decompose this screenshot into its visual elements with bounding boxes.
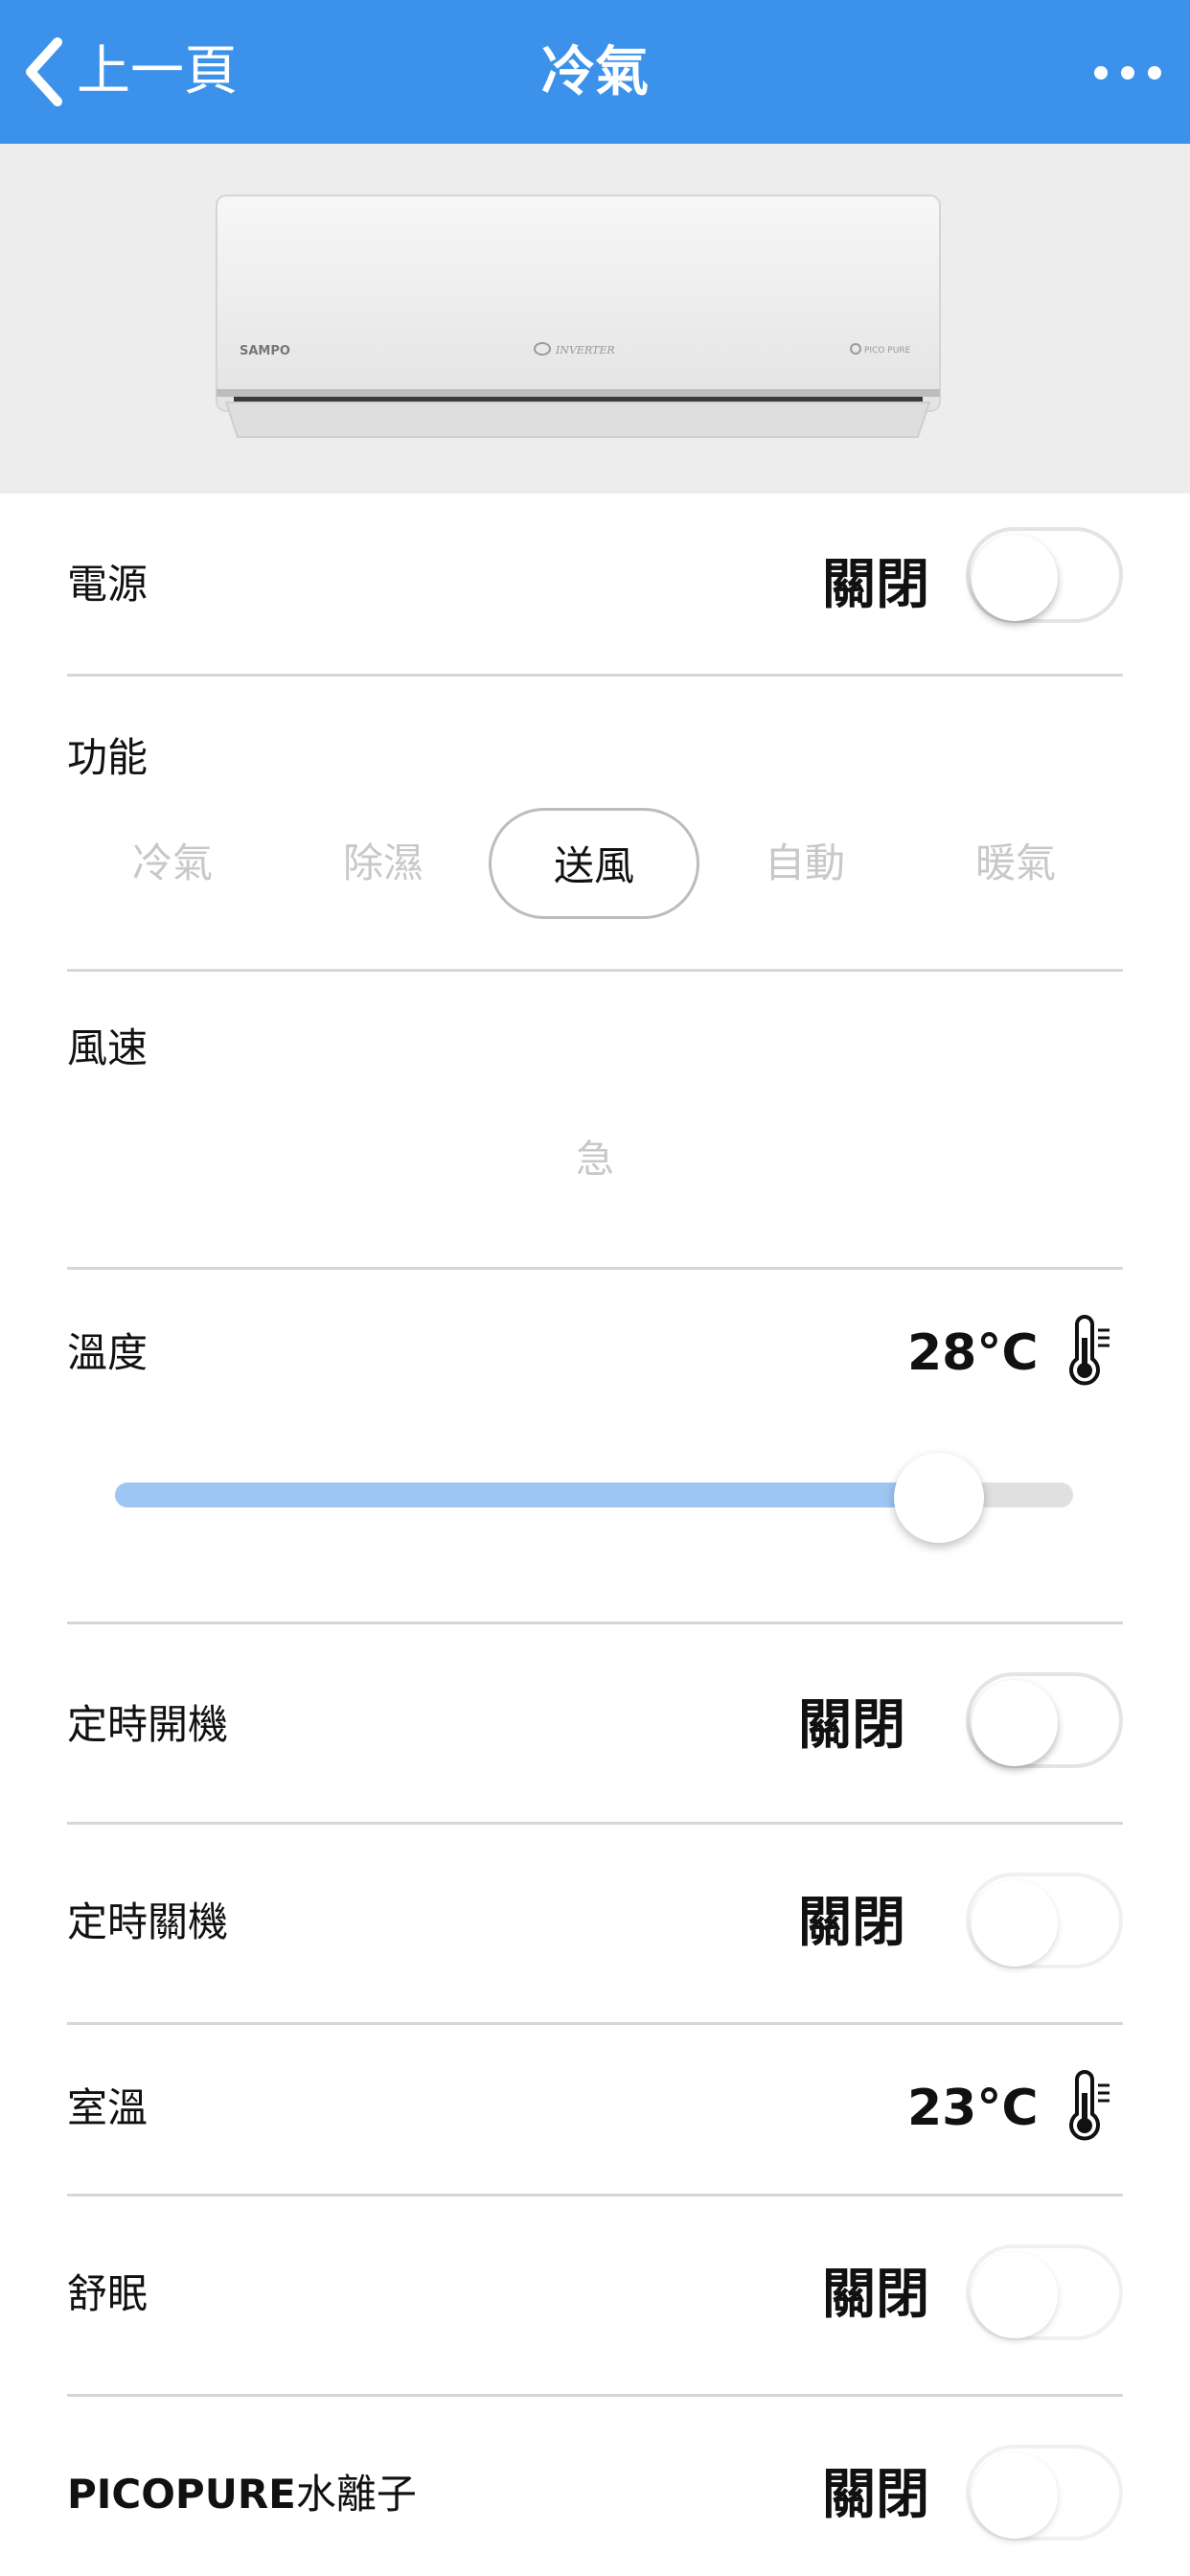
brand-logo: SAMPO: [240, 344, 290, 358]
picopure-row: PICOPURE水離子 關閉: [67, 2397, 1123, 2576]
fan-speed-row: 風速 急: [67, 972, 1123, 1269]
thermometer-icon: [1069, 2070, 1110, 2141]
nav-bar: 上一頁 冷氣: [0, 0, 1190, 144]
room-temp-value: 23°C: [907, 2080, 1039, 2137]
more-dot: [1148, 66, 1161, 80]
sleep-label: 舒眠: [67, 2270, 149, 2317]
mode-row: 功能 冷氣 除濕 送風 自動 暖氣: [67, 677, 1123, 972]
mode-option-heat[interactable]: 暖氣: [910, 808, 1121, 919]
timer-on-label: 定時開機: [67, 1701, 229, 1748]
room-temp-label: 室溫: [67, 2084, 149, 2131]
inverter-logo: INVERTER: [555, 344, 615, 356]
back-label: 上一頁: [77, 40, 238, 103]
mode-label: 功能: [67, 734, 149, 781]
timer-on-row: 定時開機 關閉: [67, 1624, 1123, 1824]
toggle-knob: [972, 2452, 1058, 2539]
fan-speed-label: 風速: [67, 1024, 149, 1071]
air-conditioner-image: SAMPO INVERTER PICO PURE: [216, 195, 941, 438]
more-dot: [1094, 66, 1108, 80]
timer-off-label: 定時關機: [67, 1898, 229, 1945]
picopure-brand: PICOPURE: [67, 2471, 296, 2518]
slider-fill: [115, 1483, 939, 1507]
mode-option-cool[interactable]: 冷氣: [67, 808, 278, 919]
more-button[interactable]: [1094, 44, 1161, 102]
timer-off-toggle[interactable]: [966, 1873, 1123, 1968]
toggle-knob: [972, 1680, 1058, 1766]
more-dot: [1121, 66, 1134, 80]
slider-thumb[interactable]: [894, 1453, 984, 1543]
product-image-area: SAMPO INVERTER PICO PURE: [0, 144, 1190, 494]
pico-pure-badge: PICO PURE: [864, 346, 911, 356]
thermometer-icon: [1069, 1315, 1110, 1386]
temperature-slider[interactable]: [115, 1447, 1073, 1543]
chevron-left-icon: [26, 37, 62, 106]
temperature-row: 溫度 28°C: [67, 1270, 1123, 1624]
power-status: 關閉: [822, 553, 929, 616]
mode-options: 冷氣 除濕 送風 自動 暖氣: [67, 808, 1123, 919]
room-temp-row: 室溫 23°C: [67, 2025, 1123, 2196]
timer-off-row: 定時關機 關閉: [67, 1825, 1123, 2024]
power-row: 電源 關閉: [67, 494, 1123, 676]
timer-on-status: 關閉: [798, 1693, 905, 1757]
toggle-knob: [972, 1880, 1058, 1966]
mode-option-auto[interactable]: 自動: [699, 808, 910, 919]
mode-option-dry[interactable]: 除濕: [278, 808, 489, 919]
timer-on-toggle[interactable]: [966, 1672, 1123, 1768]
picopure-toggle[interactable]: [966, 2445, 1123, 2541]
page-title: 冷氣: [541, 40, 649, 104]
picopure-suffix: 水離子: [295, 2471, 417, 2518]
power-toggle[interactable]: [966, 527, 1123, 623]
power-label: 電源: [67, 561, 149, 608]
timer-off-status: 關閉: [798, 1891, 905, 1954]
temperature-label: 溫度: [67, 1329, 149, 1376]
sleep-status: 關閉: [822, 2263, 929, 2326]
back-button[interactable]: 上一頁: [21, 36, 238, 107]
mode-option-fan[interactable]: 送風: [489, 808, 699, 919]
fan-speed-option[interactable]: 急: [67, 1131, 1123, 1188]
picopure-status: 關閉: [822, 2463, 929, 2526]
sleep-toggle[interactable]: [966, 2244, 1123, 2340]
sleep-row: 舒眠 關閉: [67, 2196, 1123, 2396]
picopure-label: PICOPURE水離子: [67, 2466, 417, 2523]
toggle-knob: [972, 535, 1058, 621]
temperature-value: 28°C: [907, 1324, 1039, 1382]
toggle-knob: [972, 2252, 1058, 2338]
